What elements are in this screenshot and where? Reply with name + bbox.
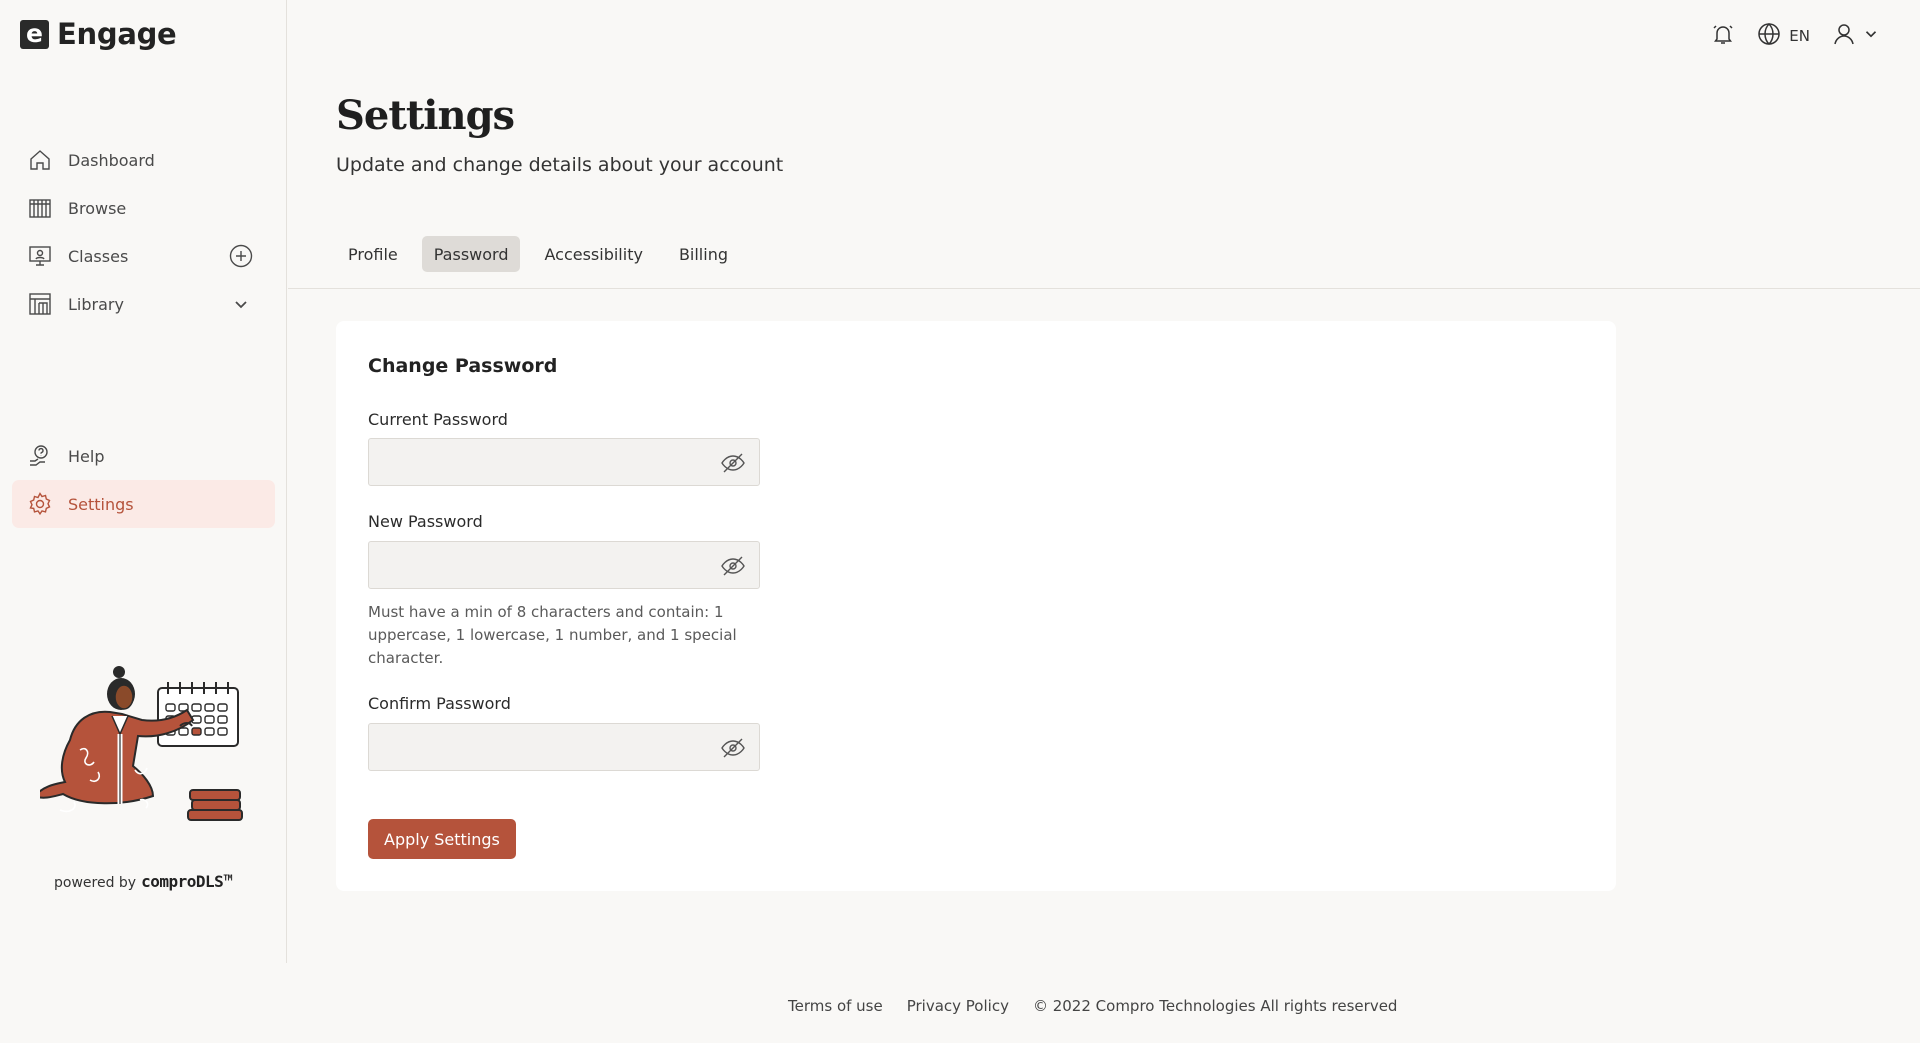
sidebar-item-label: Browse <box>68 198 127 218</box>
trademark: TM <box>223 873 232 883</box>
brand-name: comproDLS <box>141 872 224 891</box>
sidebar-item-label: Help <box>68 446 105 466</box>
confirm-password-field <box>368 723 760 771</box>
sidebar-item-label: Classes <box>68 246 129 266</box>
main-nav: Dashboard Browse Classes Library <box>12 136 275 328</box>
sidebar-item-label: Dashboard <box>68 150 155 170</box>
copyright: © 2022 Compro Technologies All rights re… <box>1032 997 1398 1015</box>
page-title: Settings <box>336 92 515 139</box>
tabs-divider <box>288 288 1920 289</box>
eye-off-icon[interactable] <box>721 451 745 475</box>
card-title: Change Password <box>368 355 558 377</box>
tab-billing[interactable]: Billing <box>667 236 740 272</box>
user-menu[interactable] <box>1832 22 1880 50</box>
powered-by-prefix: powered by <box>54 875 137 891</box>
confirm-password-input[interactable] <box>369 724 759 770</box>
new-password-input[interactable] <box>369 542 759 588</box>
user-icon <box>1832 22 1856 50</box>
sidebar-item-dashboard[interactable]: Dashboard <box>12 136 275 184</box>
apply-settings-button[interactable]: Apply Settings <box>368 819 516 859</box>
change-password-card: Change Password Current Password New Pas… <box>336 321 1616 891</box>
new-password-field <box>368 541 760 589</box>
settings-tabs: Profile Password Accessibility Billing <box>336 236 740 272</box>
language-code: EN <box>1789 27 1810 45</box>
current-password-input[interactable] <box>369 439 759 485</box>
library-icon <box>28 292 52 316</box>
add-circle-icon[interactable] <box>229 244 253 268</box>
tab-accessibility[interactable]: Accessibility <box>532 236 654 272</box>
powered-by: powered by comproDLSTM <box>54 872 232 891</box>
eye-off-icon[interactable] <box>721 736 745 760</box>
powered-by-brand: comproDLSTM <box>141 872 232 891</box>
terms-link[interactable]: Terms of use <box>788 997 883 1015</box>
sidebar-item-browse[interactable]: Browse <box>12 184 275 232</box>
privacy-link[interactable]: Privacy Policy <box>907 997 1009 1015</box>
sidebar-illustration <box>33 660 250 842</box>
tab-profile[interactable]: Profile <box>336 236 410 272</box>
books-icon <box>28 196 52 220</box>
tab-password[interactable]: Password <box>421 236 521 272</box>
gear-icon <box>28 492 52 516</box>
top-bar: EN <box>1711 22 1880 50</box>
password-requirements-hint: Must have a min of 8 characters and cont… <box>368 603 737 667</box>
current-password-label: Current Password <box>368 410 508 429</box>
globe-icon <box>1757 22 1781 50</box>
footer: Terms of use Privacy Policy © 2022 Compr… <box>788 997 1397 1015</box>
sidebar-item-label: Library <box>68 294 124 314</box>
bell-icon[interactable] <box>1711 22 1735 50</box>
sidebar-item-classes[interactable]: Classes <box>12 232 275 280</box>
app-logo[interactable]: e Engage <box>20 17 177 51</box>
eye-off-icon[interactable] <box>721 554 745 578</box>
home-icon <box>28 148 52 172</box>
chevron-down-icon <box>1862 25 1880 47</box>
confirm-password-label: Confirm Password <box>368 694 511 713</box>
logo-mark: e <box>20 19 49 49</box>
app-name: Engage <box>57 17 177 51</box>
sidebar: e Engage Dashboard Browse Classes Librar… <box>0 0 287 963</box>
language-selector[interactable]: EN <box>1757 22 1810 50</box>
help-icon <box>28 444 52 468</box>
sidebar-item-settings[interactable]: Settings <box>12 480 275 528</box>
new-password-label: New Password <box>368 512 483 531</box>
secondary-nav: Help Settings <box>12 432 275 528</box>
sidebar-item-label: Settings <box>68 494 134 514</box>
page-subtitle: Update and change details about your acc… <box>336 154 784 176</box>
chevron-down-icon[interactable] <box>229 292 253 316</box>
sidebar-item-library[interactable]: Library <box>12 280 275 328</box>
sidebar-item-help[interactable]: Help <box>12 432 275 480</box>
current-password-field <box>368 438 760 486</box>
classroom-icon <box>28 244 52 268</box>
